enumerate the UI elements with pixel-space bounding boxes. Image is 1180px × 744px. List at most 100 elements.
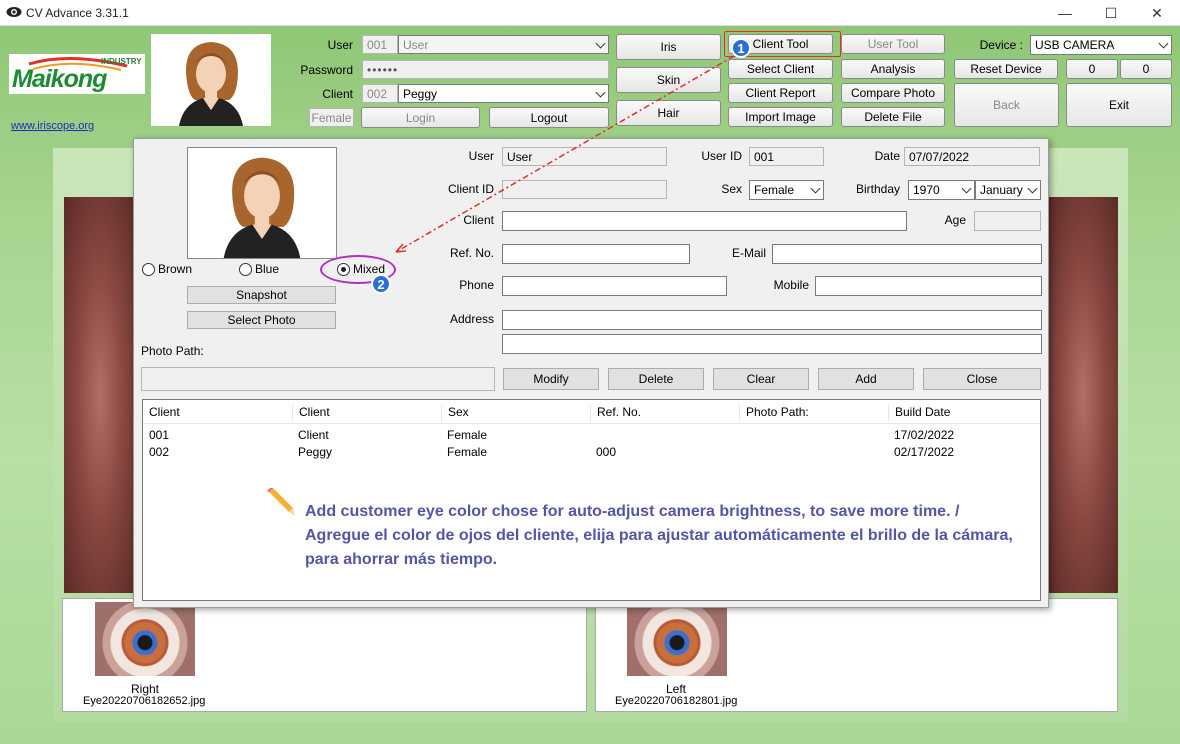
left-thumb-box[interactable]: Left Eye20220706182801.jpg [595, 598, 1118, 712]
left-eye-thumbnail[interactable] [627, 602, 727, 676]
client-list[interactable]: Client Client Sex Ref. No. Photo Path: B… [142, 399, 1041, 601]
col-header[interactable]: Ref. No. [590, 405, 641, 421]
website-link[interactable]: www.iriscope.org [11, 120, 94, 132]
radio-circle-icon [142, 262, 155, 276]
clear-button[interactable]: Clear [713, 368, 809, 390]
user-select[interactable]: User [398, 35, 609, 54]
left-thumb-label: Left [666, 682, 687, 696]
password-label: Password [300, 63, 353, 77]
birthday-year-select[interactable]: 1970 [908, 180, 975, 200]
col-header[interactable]: Client [143, 405, 180, 421]
compare-photo-button[interactable]: Compare Photo [841, 83, 945, 103]
right-thumb-filename: Eye20220706182652.jpg [83, 695, 206, 707]
left-thumb-filename: Eye20220706182801.jpg [615, 695, 738, 707]
col-header[interactable]: Photo Path: [739, 405, 809, 421]
client-report-button[interactable]: Client Report [728, 83, 833, 103]
eye-app-icon [6, 7, 22, 17]
back-button[interactable]: Back [954, 83, 1059, 127]
sex-label: Sex [721, 182, 742, 196]
birthday-year-value: 1970 [913, 183, 940, 197]
feature-note: Add customer eye color chose for auto-ad… [305, 500, 1035, 572]
col-header[interactable]: Client [292, 405, 330, 421]
select-photo-button[interactable]: Select Photo [187, 311, 336, 329]
table-cell: Peggy [298, 445, 333, 459]
client-list-header: Client Client Sex Ref. No. Photo Path: B… [143, 400, 1040, 424]
birthday-label: Birthday [855, 182, 900, 196]
close-button[interactable]: Close [923, 368, 1041, 390]
phone-label: Phone [459, 278, 494, 292]
maximize-button[interactable]: ☐ [1088, 0, 1134, 26]
right-eye-preview [1048, 197, 1118, 593]
user-tool-button[interactable]: User Tool [841, 34, 945, 54]
table-cell: 001 [149, 428, 170, 442]
email-field[interactable] [772, 244, 1042, 264]
gender-field: Female [309, 108, 354, 127]
delete-button[interactable]: Delete [608, 368, 704, 390]
mobile-field[interactable] [815, 276, 1042, 296]
ref-no-field[interactable] [502, 244, 690, 264]
skin-button[interactable]: Skin [616, 67, 721, 93]
table-cell: Female [447, 445, 488, 459]
delete-file-button[interactable]: Delete File [841, 107, 945, 127]
close-window-button[interactable]: ✕ [1134, 0, 1180, 26]
device-label: Device : [979, 38, 1023, 52]
client-photo [151, 34, 271, 126]
user-id-label: User ID [701, 149, 742, 163]
radio-circle-icon [239, 262, 252, 276]
chevron-down-icon [595, 38, 606, 49]
client-name-field[interactable] [502, 211, 907, 231]
dialog-client-photo [187, 147, 337, 259]
modify-button[interactable]: Modify [503, 368, 599, 390]
user-code-field: 001 [362, 35, 398, 54]
pencil-icon [267, 488, 295, 516]
callout-two: 2 [371, 274, 391, 294]
age-label: Age [944, 213, 966, 227]
address-field-2[interactable] [502, 334, 1042, 354]
analysis-button[interactable]: Analysis [841, 59, 945, 79]
radio-brown-label: Brown [158, 262, 193, 276]
chevron-down-icon [961, 183, 972, 194]
ref-no-label: Ref. No. [449, 246, 494, 260]
import-image-button[interactable]: Import Image [728, 107, 833, 127]
add-button[interactable]: Add [818, 368, 914, 390]
address-field-1[interactable] [502, 310, 1042, 330]
radio-blue[interactable]: Blue [239, 262, 279, 276]
table-cell: 000 [596, 445, 617, 459]
login-button[interactable]: Login [361, 107, 480, 128]
snapshot-button[interactable]: Snapshot [187, 286, 336, 304]
table-cell: Female [447, 428, 488, 442]
reset-device-button[interactable]: Reset Device [954, 59, 1058, 79]
email-label: E-Mail [731, 246, 766, 260]
exit-button[interactable]: Exit [1066, 83, 1172, 127]
col-header[interactable]: Sex [441, 405, 469, 421]
user-id-field: 001 [749, 147, 824, 166]
photo-path-field [141, 367, 495, 391]
phone-field[interactable] [502, 276, 727, 296]
password-field[interactable]: •••••• [362, 60, 609, 79]
birthday-month-select[interactable]: January [975, 180, 1041, 200]
logout-button[interactable]: Logout [489, 107, 609, 128]
device-select[interactable]: USB CAMERA [1030, 35, 1172, 55]
client-select[interactable]: Peggy [398, 84, 609, 103]
user-select-value: User [403, 37, 429, 52]
left-eye-preview [64, 197, 136, 593]
counter-one: 0 [1066, 59, 1118, 79]
select-client-button[interactable]: Select Client [728, 59, 833, 79]
col-header[interactable]: Build Date [888, 405, 950, 421]
sex-select[interactable]: Female [749, 180, 824, 200]
chevron-down-icon [595, 87, 606, 98]
minimize-button[interactable]: — [1042, 0, 1088, 26]
client-id-label: Client ID [447, 182, 494, 196]
radio-blue-label: Blue [255, 262, 280, 276]
date-label: Date [874, 149, 900, 163]
right-eye-thumbnail[interactable] [95, 602, 195, 676]
window-title: CV Advance 3.31.1 [26, 6, 129, 20]
right-thumb-box[interactable]: Right Eye20220706182652.jpg [62, 598, 587, 712]
dlg-user-field: User [502, 147, 667, 166]
device-select-value: USB CAMERA [1035, 38, 1115, 52]
client-id-field [502, 180, 667, 199]
hair-button[interactable]: Hair [616, 100, 721, 126]
iris-button[interactable]: Iris [616, 34, 721, 60]
chevron-down-icon [1027, 183, 1038, 194]
radio-brown[interactable]: Brown [142, 262, 192, 276]
